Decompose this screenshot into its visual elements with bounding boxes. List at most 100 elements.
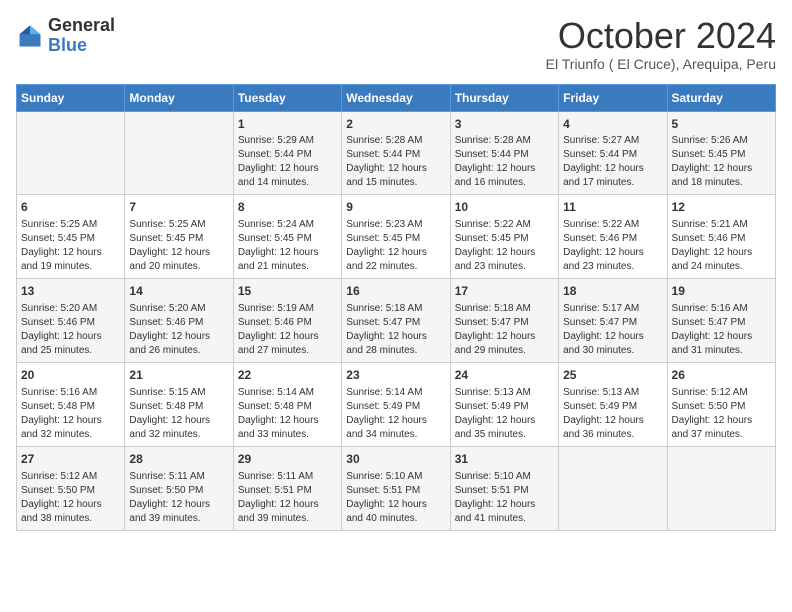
day-info: Sunrise: 5:15 AMSunset: 5:48 PMDaylight:… <box>129 386 228 442</box>
calendar-day-cell: 13 Sunrise: 5:20 AMSunset: 5:46 PMDayligh… <box>17 279 125 363</box>
day-number: 29 <box>238 451 337 468</box>
day-info: Sunrise: 5:10 AMSunset: 5:51 PMDaylight:… <box>455 470 554 526</box>
calendar-day-cell: 28 Sunrise: 5:11 AMSunset: 5:50 PMDayligh… <box>125 446 233 530</box>
calendar-day-cell: 5Sunrise: 5:26 AMSunset: 5:45 PMDaylight… <box>667 111 775 195</box>
location-text: El Triunfo ( El Cruce), Arequipa, Peru <box>546 56 776 72</box>
day-number: 9 <box>346 199 445 216</box>
day-number: 1 <box>238 116 337 133</box>
calendar-day-cell <box>17 111 125 195</box>
day-number: 15 <box>238 283 337 300</box>
day-info: Sunrise: 5:13 AMSunset: 5:49 PMDaylight:… <box>455 386 554 442</box>
logo-text: General Blue <box>48 16 115 56</box>
calendar-table: SundayMondayTuesdayWednesdayThursdayFrid… <box>16 84 776 531</box>
calendar-week-row: 20Sunrise: 5:16 AMSunset: 5:48 PMDayligh… <box>17 362 776 446</box>
calendar-day-cell: 23 Sunrise: 5:14 AMSunset: 5:49 PMDayligh… <box>342 362 450 446</box>
day-info: Sunrise: 5:29 AMSunset: 5:44 PMDaylight:… <box>238 134 337 190</box>
day-info: Sunrise: 5:26 AMSunset: 5:45 PMDaylight:… <box>672 134 771 190</box>
weekday-header: Friday <box>559 84 667 111</box>
day-number: 18 <box>563 283 662 300</box>
calendar-day-cell: 30 Sunrise: 5:10 AMSunset: 5:51 PMDayligh… <box>342 446 450 530</box>
day-number: 27 <box>21 451 120 468</box>
day-number: 7 <box>129 199 228 216</box>
calendar-week-row: 6 Sunrise: 5:25 AMSunset: 5:45 PMDaylight… <box>17 195 776 279</box>
day-number: 8 <box>238 199 337 216</box>
day-number: 2 <box>346 116 445 133</box>
day-number: 19 <box>672 283 771 300</box>
calendar-day-cell: 1Sunrise: 5:29 AMSunset: 5:44 PMDaylight… <box>233 111 341 195</box>
calendar-day-cell: 11 Sunrise: 5:22 AMSunset: 5:46 PMDayligh… <box>559 195 667 279</box>
calendar-day-cell: 26 Sunrise: 5:12 AMSunset: 5:50 PMDayligh… <box>667 362 775 446</box>
day-number: 26 <box>672 367 771 384</box>
calendar-day-cell <box>667 446 775 530</box>
calendar-day-cell: 14Sunrise: 5:20 AMSunset: 5:46 PMDayligh… <box>125 279 233 363</box>
day-info: Sunrise: 5:16 AMSunset: 5:48 PMDaylight:… <box>21 386 120 442</box>
day-number: 17 <box>455 283 554 300</box>
calendar-day-cell: 21 Sunrise: 5:15 AMSunset: 5:48 PMDayligh… <box>125 362 233 446</box>
day-info: Sunrise: 5:10 AMSunset: 5:51 PMDaylight:… <box>346 470 445 526</box>
day-number: 11 <box>563 199 662 216</box>
calendar-day-cell: 8 Sunrise: 5:24 AMSunset: 5:45 PMDaylight… <box>233 195 341 279</box>
calendar-day-cell: 24 Sunrise: 5:13 AMSunset: 5:49 PMDayligh… <box>450 362 558 446</box>
day-info: Sunrise: 5:22 AMSunset: 5:46 PMDaylight:… <box>563 218 662 274</box>
calendar-day-cell: 12 Sunrise: 5:21 AMSunset: 5:46 PMDayligh… <box>667 195 775 279</box>
day-number: 4 <box>563 116 662 133</box>
weekday-header: Thursday <box>450 84 558 111</box>
day-info: Sunrise: 5:17 AMSunset: 5:47 PMDaylight:… <box>563 302 662 358</box>
calendar-day-cell: 9 Sunrise: 5:23 AMSunset: 5:45 PMDaylight… <box>342 195 450 279</box>
title-block: October 2024 El Triunfo ( El Cruce), Are… <box>546 16 776 72</box>
weekday-row: SundayMondayTuesdayWednesdayThursdayFrid… <box>17 84 776 111</box>
weekday-header: Wednesday <box>342 84 450 111</box>
calendar-day-cell: 6Sunrise: 5:25 AMSunset: 5:45 PMDaylight… <box>17 195 125 279</box>
day-info: Sunrise: 5:14 AMSunset: 5:48 PMDaylight:… <box>238 386 337 442</box>
day-info: Sunrise: 5:11 AMSunset: 5:50 PMDaylight:… <box>129 470 228 526</box>
day-info: Sunrise: 5:22 AMSunset: 5:45 PMDaylight:… <box>455 218 554 274</box>
day-number: 24 <box>455 367 554 384</box>
day-number: 13 <box>21 283 120 300</box>
weekday-header: Sunday <box>17 84 125 111</box>
day-info: Sunrise: 5:16 AMSunset: 5:47 PMDaylight:… <box>672 302 771 358</box>
calendar-day-cell: 31 Sunrise: 5:10 AMSunset: 5:51 PMDayligh… <box>450 446 558 530</box>
day-info: Sunrise: 5:19 AMSunset: 5:46 PMDaylight:… <box>238 302 337 358</box>
logo-icon <box>16 22 44 50</box>
calendar-day-cell: 10Sunrise: 5:22 AMSunset: 5:45 PMDayligh… <box>450 195 558 279</box>
calendar-day-cell: 3Sunrise: 5:28 AMSunset: 5:44 PMDaylight… <box>450 111 558 195</box>
day-number: 25 <box>563 367 662 384</box>
day-info: Sunrise: 5:24 AMSunset: 5:45 PMDaylight:… <box>238 218 337 274</box>
month-title: October 2024 <box>546 16 776 56</box>
calendar-week-row: 13 Sunrise: 5:20 AMSunset: 5:46 PMDayligh… <box>17 279 776 363</box>
weekday-header: Monday <box>125 84 233 111</box>
day-number: 28 <box>129 451 228 468</box>
calendar-day-cell <box>559 446 667 530</box>
day-number: 12 <box>672 199 771 216</box>
day-number: 31 <box>455 451 554 468</box>
day-info: Sunrise: 5:11 AMSunset: 5:51 PMDaylight:… <box>238 470 337 526</box>
day-info: Sunrise: 5:23 AMSunset: 5:45 PMDaylight:… <box>346 218 445 274</box>
day-info: Sunrise: 5:21 AMSunset: 5:46 PMDaylight:… <box>672 218 771 274</box>
calendar-day-cell: 15 Sunrise: 5:19 AMSunset: 5:46 PMDayligh… <box>233 279 341 363</box>
day-info: Sunrise: 5:20 AMSunset: 5:46 PMDaylight:… <box>21 302 120 358</box>
day-info: Sunrise: 5:12 AMSunset: 5:50 PMDaylight:… <box>672 386 771 442</box>
day-number: 3 <box>455 116 554 133</box>
day-number: 30 <box>346 451 445 468</box>
logo: General Blue <box>16 16 115 56</box>
calendar-day-cell: 16Sunrise: 5:18 AMSunset: 5:47 PMDayligh… <box>342 279 450 363</box>
day-number: 23 <box>346 367 445 384</box>
day-info: Sunrise: 5:25 AMSunset: 5:45 PMDaylight:… <box>129 218 228 274</box>
calendar-day-cell: 27Sunrise: 5:12 AMSunset: 5:50 PMDayligh… <box>17 446 125 530</box>
day-number: 5 <box>672 116 771 133</box>
calendar-header: SundayMondayTuesdayWednesdayThursdayFrid… <box>17 84 776 111</box>
day-number: 6 <box>21 199 120 216</box>
day-info: Sunrise: 5:14 AMSunset: 5:49 PMDaylight:… <box>346 386 445 442</box>
calendar-day-cell: 4Sunrise: 5:27 AMSunset: 5:44 PMDaylight… <box>559 111 667 195</box>
calendar-day-cell: 22Sunrise: 5:14 AMSunset: 5:48 PMDayligh… <box>233 362 341 446</box>
calendar-day-cell: 7 Sunrise: 5:25 AMSunset: 5:45 PMDaylight… <box>125 195 233 279</box>
weekday-header: Tuesday <box>233 84 341 111</box>
calendar-day-cell: 2Sunrise: 5:28 AMSunset: 5:44 PMDaylight… <box>342 111 450 195</box>
logo-blue-text: Blue <box>48 36 115 56</box>
calendar-day-cell: 29 Sunrise: 5:11 AMSunset: 5:51 PMDayligh… <box>233 446 341 530</box>
day-number: 21 <box>129 367 228 384</box>
calendar-week-row: 27Sunrise: 5:12 AMSunset: 5:50 PMDayligh… <box>17 446 776 530</box>
day-number: 16 <box>346 283 445 300</box>
calendar-day-cell <box>125 111 233 195</box>
weekday-header: Saturday <box>667 84 775 111</box>
